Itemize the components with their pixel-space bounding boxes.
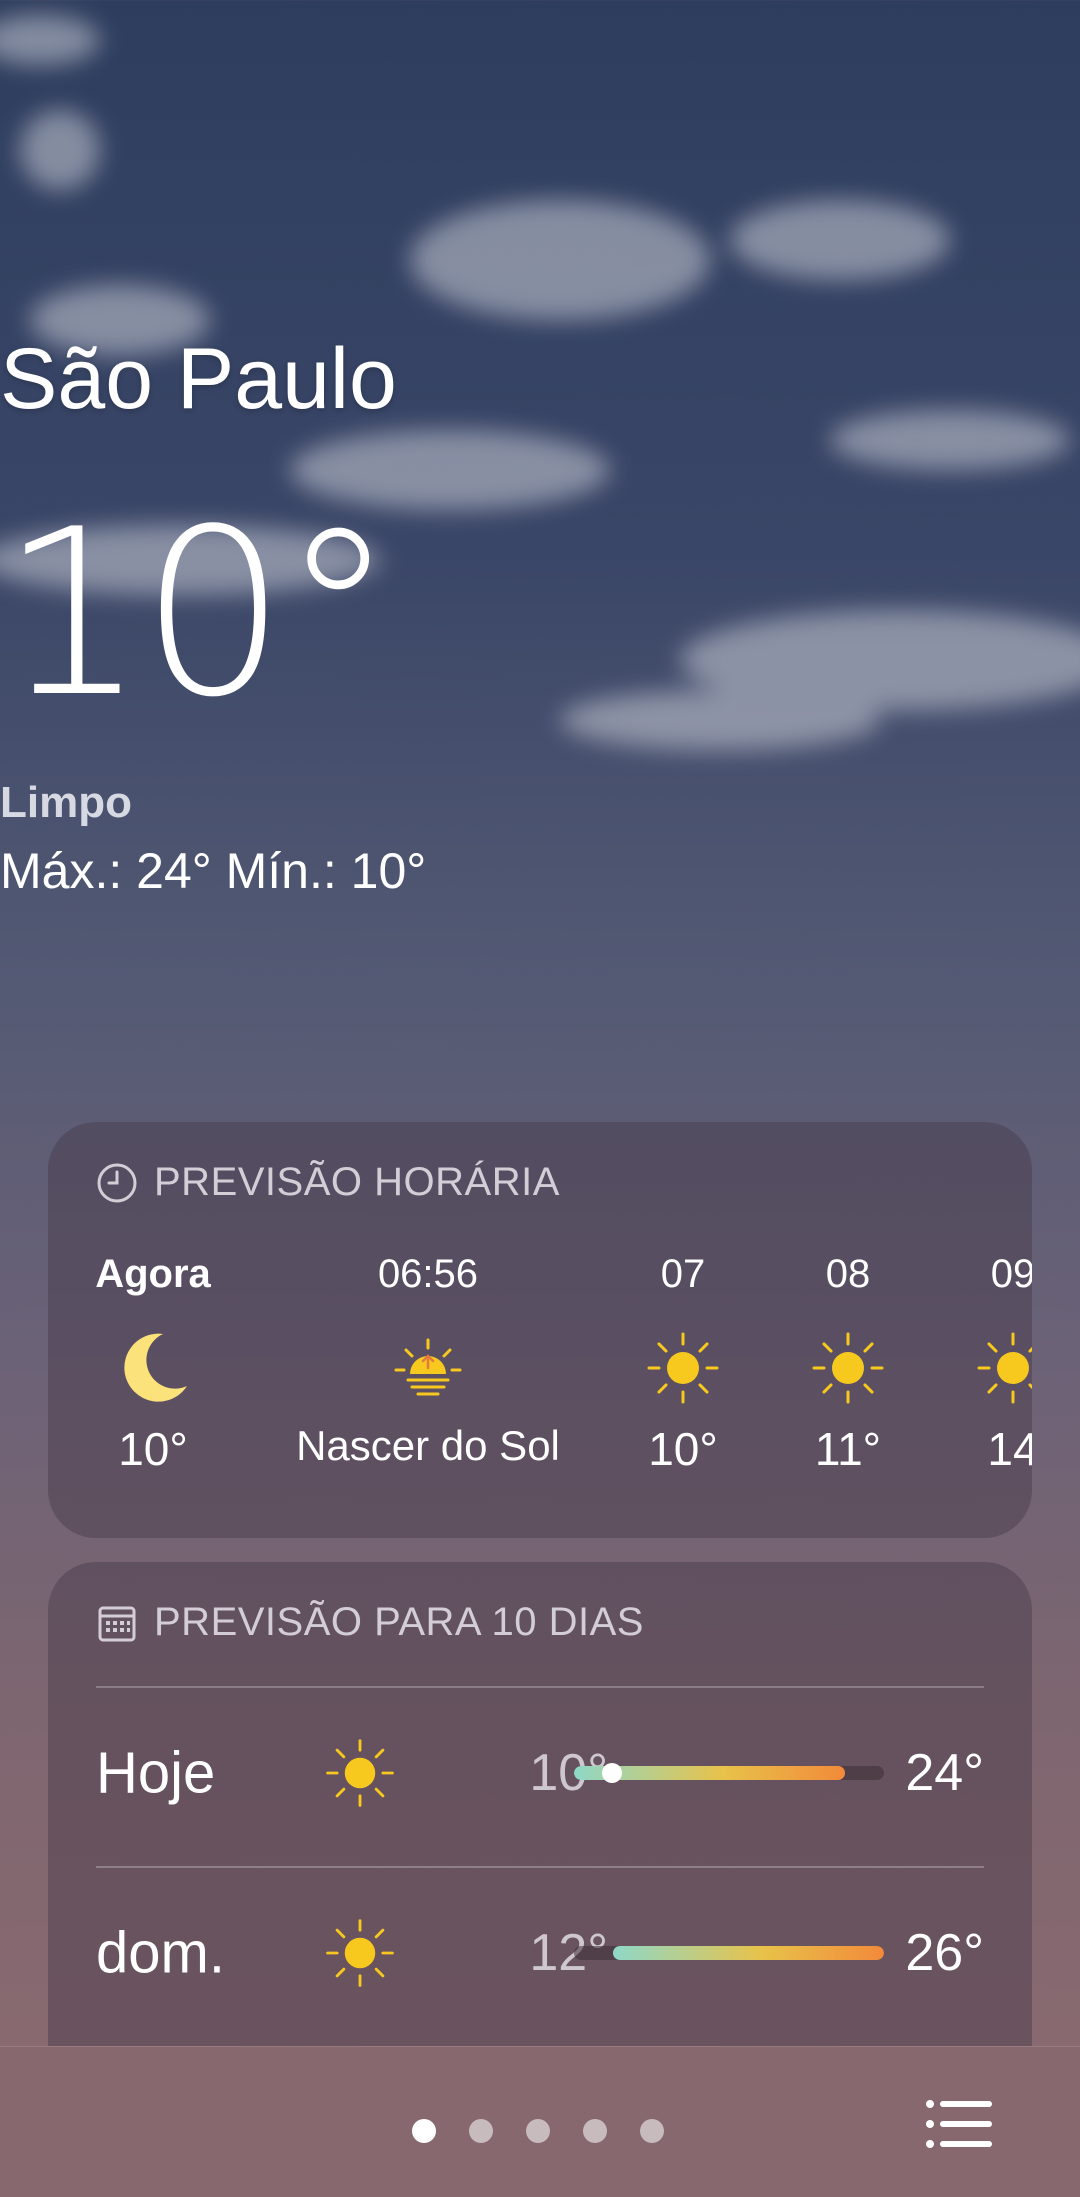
day-row[interactable]: dom. 12° 26° — [48, 1868, 1032, 2038]
hour-item: 07 10° — [618, 1252, 748, 1476]
hourly-forecast-card[interactable]: PREVISÃO HORÁRIA Agora 10° 06:56 Nascer … — [48, 1122, 1032, 1538]
hourly-forecast-title: PREVISÃO HORÁRIA — [154, 1160, 560, 1204]
temperature-range-fill — [612, 1946, 884, 1960]
sky-clouds — [0, 15, 1080, 750]
day-high: 26° — [905, 1924, 984, 1982]
page-dot[interactable] — [640, 2119, 664, 2143]
hour-time: 08 — [825, 1252, 871, 1296]
day-name: dom. — [96, 1920, 225, 1986]
hour-temperature: 10° — [118, 1423, 188, 1475]
sun-icon — [647, 1332, 719, 1404]
hour-temperature: 11° — [814, 1423, 882, 1475]
sun-icon — [977, 1332, 1032, 1404]
hour-item: 09 14 — [948, 1252, 1032, 1476]
moon-icon — [124, 1333, 187, 1402]
calendar-icon — [98, 1606, 136, 1641]
weather-condition: Limpo — [0, 778, 132, 827]
hour-item: Agora 10° — [78, 1252, 228, 1476]
page-dot[interactable] — [469, 2119, 493, 2143]
high-low-temperature: Máx.: 24° Mín.: 10° — [0, 843, 427, 899]
temperature-range-bar — [574, 1946, 884, 1960]
page-indicator[interactable] — [412, 2119, 697, 2143]
hour-temperature: 14 — [987, 1423, 1032, 1475]
day-row[interactable]: Hoje 10° 24° — [48, 1688, 1032, 1858]
hour-time: 07 — [660, 1252, 706, 1296]
hourly-forecast-header: PREVISÃO HORÁRIA — [96, 1160, 560, 1205]
hour-item: 06:56 Nascer do Sol — [278, 1252, 578, 1470]
clock-icon — [97, 1163, 137, 1202]
page-dot[interactable] — [412, 2119, 436, 2143]
day-name: Hoje — [96, 1740, 216, 1806]
hour-temperature: 10° — [648, 1423, 718, 1475]
city-name: São Paulo — [0, 331, 397, 427]
hour-time: 06:56 — [377, 1252, 479, 1296]
sun-icon — [326, 1739, 394, 1807]
day-high: 24° — [905, 1744, 984, 1802]
sun-icon — [326, 1919, 394, 1987]
list-menu-icon[interactable] — [926, 2099, 992, 2149]
daily-forecast-title: PREVISÃO PARA 10 DIAS — [154, 1600, 644, 1644]
daily-forecast-header: PREVISÃO PARA 10 DIAS — [96, 1600, 644, 1645]
hour-time: 09 — [990, 1252, 1032, 1296]
hour-item: 08 11° — [783, 1252, 913, 1476]
bottom-bar — [0, 2046, 1080, 2197]
sunrise-label: Nascer do Sol — [296, 1422, 560, 1469]
sunrise-icon — [394, 1338, 462, 1396]
current-temperature: 10° — [0, 481, 396, 748]
sun-icon — [812, 1332, 884, 1404]
daily-forecast-card[interactable]: PREVISÃO PARA 10 DIAS Hoje 10° 24° dom. … — [48, 1562, 1032, 2062]
current-temperature-marker — [602, 1763, 622, 1783]
hour-time: Agora — [95, 1252, 211, 1296]
page-dot[interactable] — [583, 2119, 607, 2143]
page-dot[interactable] — [526, 2119, 550, 2143]
